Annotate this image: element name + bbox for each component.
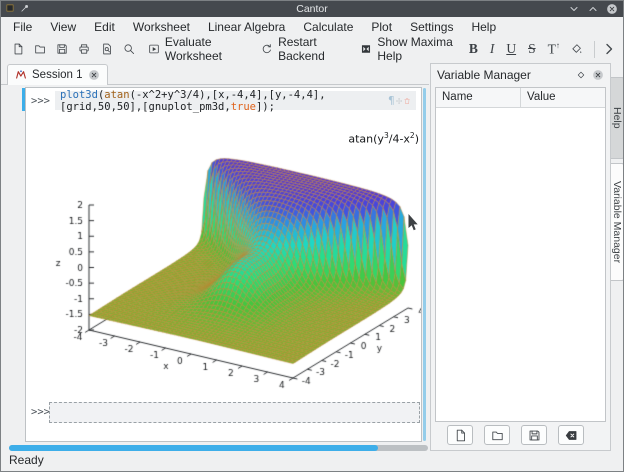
toolbar-separator <box>594 41 595 58</box>
app-menu-icon[interactable] <box>5 3 15 13</box>
open-worksheet-button[interactable] <box>34 41 46 57</box>
menu-plot[interactable]: Plot <box>362 19 401 35</box>
toolbar: Evaluate Worksheet Restart Backend Show … <box>1 36 623 62</box>
variable-manager-panel: Variable Manager NameValue <box>430 63 611 451</box>
status-bar: Ready <box>9 453 44 467</box>
load-variables-button[interactable] <box>484 425 510 445</box>
command-token: plot3d <box>60 89 98 101</box>
command-token: true <box>231 101 256 113</box>
superscript-button[interactable]: T↑ <box>548 41 560 58</box>
restart-backend-button[interactable]: Restart Backend <box>261 35 344 63</box>
side-tab-help[interactable]: Help <box>611 77 624 159</box>
show-maxima-help-button[interactable]: Show Maxima Help <box>360 35 454 63</box>
evaluate-icon <box>148 41 160 57</box>
fill-color-icon[interactable] <box>571 41 583 57</box>
next-command-prompt: >>> <box>31 406 50 418</box>
menu-settings[interactable]: Settings <box>401 19 462 35</box>
float-panel-icon[interactable] <box>576 70 586 80</box>
session-progress-fill <box>9 445 378 451</box>
pin-icon[interactable] <box>20 3 30 13</box>
new-worksheet-button[interactable] <box>12 41 24 57</box>
menu-calculate[interactable]: Calculate <box>294 19 362 35</box>
titlebar: Cantor <box>1 1 623 17</box>
tab-session-1[interactable]: Session 1 <box>7 64 108 85</box>
save-worksheet-button[interactable] <box>56 41 68 57</box>
move-cell-icon[interactable] <box>395 95 403 107</box>
maxima-backend-icon <box>15 69 27 81</box>
menu-worksheet[interactable]: Worksheet <box>124 19 199 35</box>
variable-table[interactable]: NameValue <box>435 87 606 422</box>
plot-result[interactable]: atan(y3/4-x2) <box>31 114 421 416</box>
variable-manager-header: Variable Manager <box>431 64 610 85</box>
plot-title-part: atan(y <box>348 133 384 146</box>
window-title: Cantor <box>296 3 328 15</box>
variable-column-value[interactable]: Value <box>521 88 605 107</box>
variable-manager-title: Variable Manager <box>437 68 570 82</box>
restart-icon <box>261 41 273 57</box>
plot-canvas[interactable] <box>31 114 421 416</box>
close-panel-icon[interactable] <box>592 69 604 81</box>
session-progress-bar <box>9 445 428 451</box>
close-window-button[interactable] <box>606 3 618 15</box>
evaluate-label: Evaluate Worksheet <box>165 35 245 63</box>
minimize-button[interactable] <box>568 3 580 15</box>
evaluate-worksheet-button[interactable]: Evaluate Worksheet <box>148 35 245 63</box>
command-token: atan <box>104 89 129 101</box>
delete-cell-icon[interactable] <box>403 95 411 107</box>
new-variable-button[interactable] <box>447 425 473 445</box>
print-button[interactable] <box>78 41 90 57</box>
menubar: FileViewEditWorksheetLinear AlgebraCalcu… <box>1 17 623 36</box>
variable-table-header: NameValue <box>436 88 605 108</box>
plot-title-part: /4-x <box>389 133 410 146</box>
side-tab-strip: Help Variable Manager <box>611 63 624 451</box>
italic-button[interactable]: I <box>490 41 495 57</box>
empty-command-entry[interactable] <box>49 402 420 423</box>
tabbar: Session 1 <box>1 62 429 85</box>
underline-button[interactable]: U <box>506 41 516 57</box>
print-preview-button[interactable] <box>101 41 113 57</box>
superscript-mark: ↑ <box>556 41 560 50</box>
variable-column-name[interactable]: Name <box>436 88 521 107</box>
plot-title-part: ) <box>415 133 419 146</box>
strikethrough-button[interactable]: S <box>528 41 536 57</box>
command-line: plot3d(atan(-x^2+y^3/4),[x,-4,4],[y,-4,4… <box>60 89 386 113</box>
restart-label: Restart Backend <box>278 35 344 63</box>
menu-help[interactable]: Help <box>462 19 505 35</box>
clear-variables-button[interactable] <box>558 425 584 445</box>
paragraph-mark: ¶ <box>388 95 395 107</box>
tab-close-icon[interactable] <box>88 69 100 81</box>
maximize-button[interactable] <box>587 3 599 15</box>
command-entry[interactable]: plot3d(atan(-x^2+y^3/4),[x,-4,4],[y,-4,4… <box>55 91 416 110</box>
menu-linear-algebra[interactable]: Linear Algebra <box>199 19 294 35</box>
command-token: ]); <box>256 101 275 113</box>
mouse-cursor <box>408 214 419 232</box>
menu-file[interactable]: File <box>4 19 41 35</box>
worksheet[interactable]: >>> plot3d(atan(-x^2+y^3/4),[x,-4,4],[y,… <box>25 87 422 442</box>
maxima-help-icon <box>360 41 372 57</box>
side-tab-variable-manager[interactable]: Variable Manager <box>611 163 624 281</box>
menu-view[interactable]: View <box>41 19 85 35</box>
find-button[interactable] <box>123 41 135 57</box>
toolbar-overflow-button[interactable] <box>601 41 617 57</box>
worksheet-scrollbar[interactable] <box>423 88 426 441</box>
tab-session-label: Session 1 <box>32 69 83 81</box>
superscript-label: T <box>548 41 556 56</box>
menu-edit[interactable]: Edit <box>85 19 124 35</box>
save-variables-button[interactable] <box>521 425 547 445</box>
variable-manager-toolbar <box>431 425 610 447</box>
bold-button[interactable]: B <box>469 41 478 57</box>
command-prompt: >>> <box>31 95 50 107</box>
plot-title: atan(y3/4-x2) <box>348 131 419 146</box>
cantor-window: Cantor FileViewEditWorksheetLinear Algeb… <box>0 0 624 472</box>
maxima-help-label: Show Maxima Help <box>377 35 454 63</box>
